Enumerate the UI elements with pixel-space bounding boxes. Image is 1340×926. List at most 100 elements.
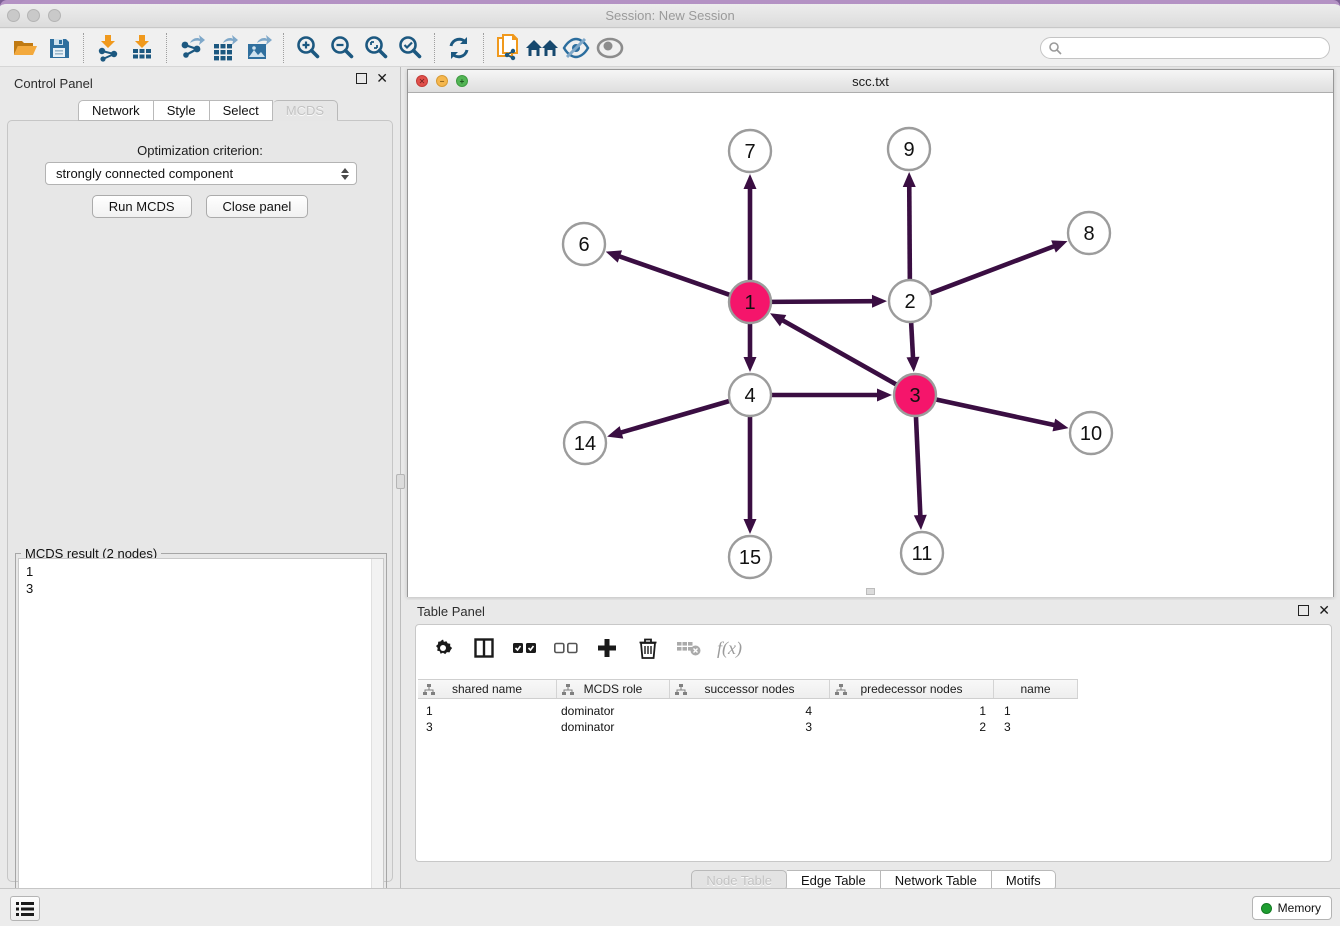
graph-edge-2-3[interactable] [911, 322, 913, 359]
splitter-handle[interactable] [396, 474, 405, 489]
eye-slash-icon [562, 36, 590, 60]
table-row[interactable]: 1 dominator 4 1 1 [418, 703, 1078, 719]
arrowhead-icon [872, 295, 887, 308]
main-toolbar [0, 29, 1340, 67]
graph-edge-4-14[interactable] [620, 401, 730, 433]
gear-icon [433, 638, 453, 658]
graph-node-1[interactable]: 1 [729, 281, 771, 323]
mcds-result-group: MCDS result (2 nodes) 1 3 [15, 553, 387, 926]
close-panel-icon[interactable]: ✕ [1318, 605, 1330, 616]
deselect-all-button[interactable] [553, 635, 579, 661]
graph-node-6[interactable]: 6 [563, 223, 605, 265]
graph-edge-2-8[interactable] [930, 246, 1056, 294]
criterion-select[interactable]: strongly connected component [45, 162, 357, 185]
import-table-icon [129, 34, 155, 62]
home-icon [525, 36, 559, 60]
tab-style[interactable]: Style [154, 100, 210, 121]
search-input[interactable] [1040, 37, 1330, 59]
zoom-out-button[interactable] [325, 33, 359, 63]
svg-text:10: 10 [1080, 423, 1102, 445]
table-panel-title: Table Panel [417, 604, 485, 619]
hide-graphics-details-button[interactable] [559, 33, 593, 63]
column-header-successor-nodes[interactable]: successor nodes [670, 680, 830, 698]
column-header-predecessor-nodes[interactable]: predecessor nodes [830, 680, 994, 698]
graph-node-14[interactable]: 14 [564, 422, 606, 464]
graph-node-11[interactable]: 11 [901, 532, 943, 574]
delete-column-button[interactable] [635, 635, 661, 661]
close-panel-icon[interactable]: ✕ [376, 73, 388, 84]
float-panel-icon[interactable] [1298, 605, 1309, 616]
graph-node-7[interactable]: 7 [729, 130, 771, 172]
zoom-in-button[interactable] [291, 33, 325, 63]
graph-node-15[interactable]: 15 [729, 536, 771, 578]
node-table-card: f(x) shared name MCDS role successor nod… [415, 624, 1332, 862]
function-builder-button[interactable]: f(x) [717, 635, 742, 661]
graph-edge-1-2[interactable] [771, 301, 874, 302]
graph-edge-3-11[interactable] [916, 416, 920, 517]
mcds-result-text[interactable]: 1 3 [18, 558, 384, 926]
export-image-button[interactable] [242, 33, 276, 63]
cell-shared-name: 3 [418, 719, 557, 735]
clipboard-network-icon [495, 33, 521, 63]
import-network-button[interactable] [91, 33, 125, 63]
tab-mcds[interactable]: MCDS [273, 100, 338, 121]
save-session-button[interactable] [42, 33, 76, 63]
tab-select[interactable]: Select [210, 100, 273, 121]
zoom-selected-button[interactable] [393, 33, 427, 63]
graph-node-3[interactable]: 3 [894, 374, 936, 416]
select-all-button[interactable] [512, 635, 538, 661]
graph-node-10[interactable]: 10 [1070, 412, 1112, 454]
network-graph: 7 9 6 8 1 2 4 3 14 10 15 11 [408, 93, 1333, 597]
network-window-titlebar[interactable]: ✕ − + scc.txt [408, 70, 1333, 93]
memory-status-icon [1261, 903, 1272, 914]
network-from-clipboard-button[interactable] [491, 33, 525, 63]
table-settings-button[interactable] [430, 635, 456, 661]
cell-name: 1 [994, 703, 1078, 719]
close-panel-button[interactable]: Close panel [206, 195, 309, 218]
cytoscape-window: Session: New Session [0, 0, 1340, 926]
graph-edge-1-6[interactable] [618, 256, 730, 295]
network-view-window: ✕ − + scc.txt 7 9 6 8 1 2 4 3 14 10 15 11 [407, 69, 1334, 597]
show-columns-button[interactable] [471, 635, 497, 661]
graph-edge-3-10[interactable] [936, 399, 1056, 425]
network-canvas[interactable]: 7 9 6 8 1 2 4 3 14 10 15 11 [408, 93, 1333, 597]
zoom-fit-button[interactable] [359, 33, 393, 63]
task-history-button[interactable] [10, 896, 40, 921]
column-header-name[interactable]: name [994, 680, 1078, 698]
export-table-button[interactable] [208, 33, 242, 63]
cell-predecessor-nodes: 2 [830, 719, 994, 735]
graph-node-9[interactable]: 9 [888, 128, 930, 170]
status-bar: Memory [0, 888, 1340, 926]
graph-edge-3-1[interactable] [781, 320, 896, 385]
home-button[interactable] [525, 33, 559, 63]
export-network-icon [177, 35, 205, 61]
delete-table-button[interactable] [676, 635, 702, 661]
graph-node-2[interactable]: 2 [889, 280, 931, 322]
memory-button[interactable]: Memory [1252, 896, 1332, 920]
splitter-handle[interactable] [866, 588, 875, 595]
float-panel-icon[interactable] [356, 73, 367, 84]
graph-edge-2-9[interactable] [909, 185, 910, 280]
run-mcds-button[interactable]: Run MCDS [92, 195, 192, 218]
import-table-button[interactable] [125, 33, 159, 63]
hierarchy-icon [675, 684, 687, 696]
open-session-button[interactable] [8, 33, 42, 63]
arrowhead-icon [744, 357, 757, 372]
graph-node-8[interactable]: 8 [1068, 212, 1110, 254]
search-field[interactable] [1040, 37, 1330, 59]
export-table-icon [211, 35, 239, 61]
create-column-button[interactable] [594, 635, 620, 661]
table-header-row: shared name MCDS role successor nodes pr… [418, 679, 1078, 699]
plus-icon [597, 638, 617, 658]
table-row[interactable]: 3 dominator 3 2 3 [418, 719, 1078, 735]
show-graphics-details-button[interactable] [593, 33, 627, 63]
column-header-shared-name[interactable]: shared name [418, 680, 557, 698]
mcds-panel: Optimization criterion: strongly connect… [7, 120, 393, 882]
graph-node-4[interactable]: 4 [729, 374, 771, 416]
column-header-mcds-role[interactable]: MCDS role [557, 680, 670, 698]
result-scrollbar[interactable] [371, 559, 383, 926]
export-image-icon [245, 35, 273, 61]
refresh-button[interactable] [442, 33, 476, 63]
export-network-button[interactable] [174, 33, 208, 63]
tab-network[interactable]: Network [78, 100, 154, 121]
